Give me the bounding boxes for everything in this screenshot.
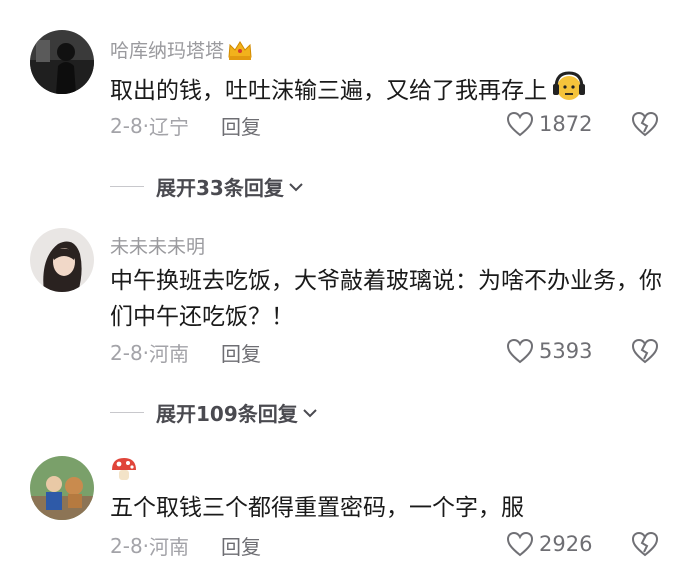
mushroom-icon — [112, 458, 136, 480]
comment-text-body: 五个取钱三个都得重置密码，一个字，服 — [110, 495, 524, 521]
broken-heart-icon — [631, 531, 659, 557]
comment-location: 河南 — [149, 535, 190, 559]
dislike-button[interactable] — [630, 530, 660, 562]
comment-text: 五个取钱三个都得重置密码，一个字，服 — [110, 490, 670, 526]
user-avatar-image — [30, 456, 94, 520]
avatar[interactable] — [30, 456, 94, 520]
heart-icon — [506, 531, 534, 557]
comment-username[interactable] — [110, 456, 138, 482]
comment-3: 五个取钱三个都得重置密码，一个字，服 2-8 · 河南 回复 2926 — [0, 0, 690, 579]
reply-button[interactable]: 回复 — [221, 531, 261, 560]
like-button[interactable]: 2926 — [505, 530, 592, 558]
like-count: 2926 — [539, 532, 593, 556]
comment-date: 2-8 — [110, 533, 143, 558]
comment-meta: 2-8 · 河南 回复 — [110, 531, 261, 560]
